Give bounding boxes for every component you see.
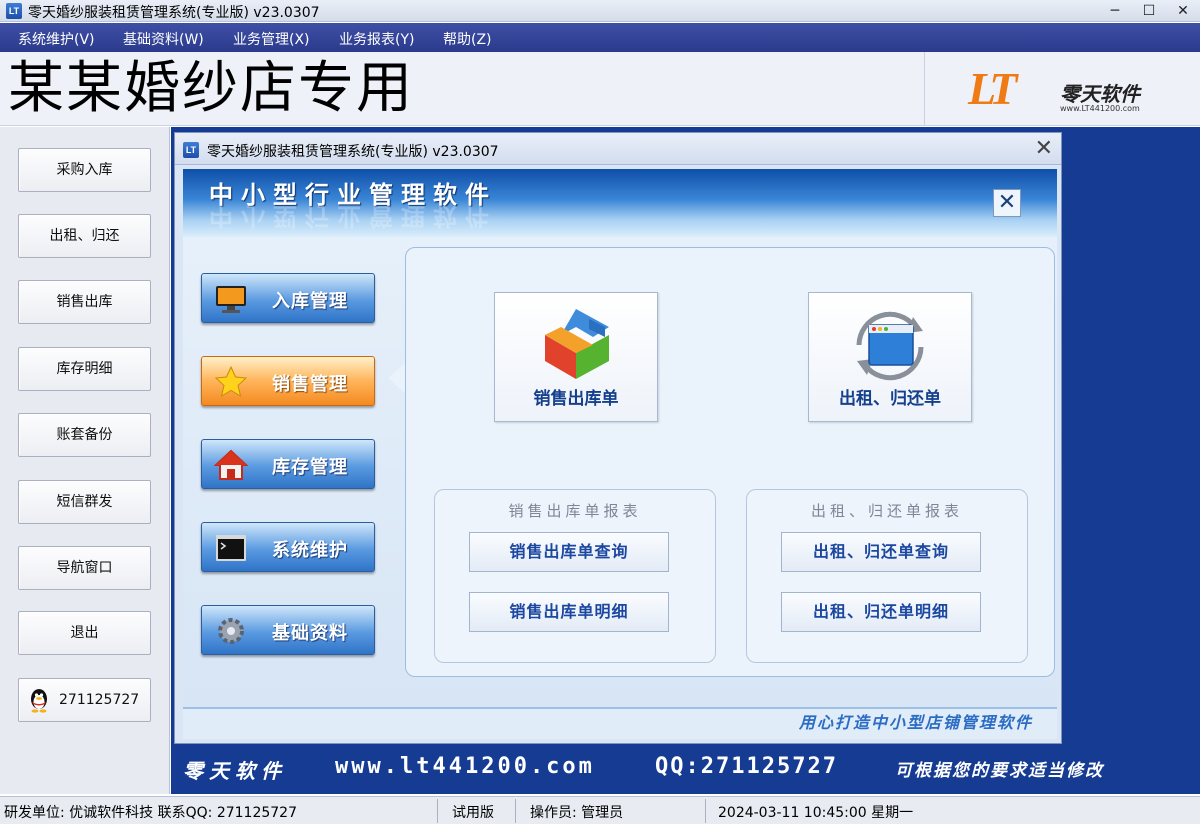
- sales-out-detail-button[interactable]: 销售出库单明细: [469, 592, 669, 632]
- sales-out-report-title: 销售出库单报表: [508, 502, 642, 520]
- status-datetime: 2024-03-11 10:45:00 星期一: [718, 805, 914, 821]
- qq-penguin-icon: [31, 689, 47, 713]
- category-system[interactable]: 系统维护: [201, 522, 375, 572]
- shop-name: 某某婚纱店专用: [8, 56, 414, 121]
- info-note: 可根据您的要求适当修改: [895, 761, 1104, 781]
- window-controls: ─ ☐ ✕: [1098, 0, 1200, 22]
- sales-out-query-button[interactable]: 销售出库单查询: [469, 532, 669, 572]
- status-developer: 研发单位: 优诚软件科技 联系QQ: 271125727: [4, 805, 297, 821]
- title-bar: LT 零天婚纱服装租赁管理系统(专业版) v23.0307 ─ ☐ ✕: [0, 0, 1200, 22]
- sidebar-backup-button[interactable]: 账套备份: [18, 413, 151, 457]
- sidebar-rent-return-button[interactable]: 出租、归还: [18, 214, 151, 258]
- sales-out-report-group: 销售出库单报表 销售出库单查询 销售出库单明细: [434, 489, 716, 663]
- sales-out-order-button[interactable]: 销售出库单: [494, 292, 658, 422]
- sidebar-sales-out-button[interactable]: 销售出库: [18, 280, 151, 324]
- qq-number: 271125727: [59, 692, 140, 708]
- banner-slogan-reflection: 中小型行业管理软件: [209, 202, 497, 231]
- rent-return-query-button[interactable]: 出租、归还单查询: [781, 532, 981, 572]
- menu-business-management[interactable]: 业务管理(X): [233, 29, 310, 49]
- logo-brand: 零天软件: [1060, 82, 1140, 106]
- gear-icon: [218, 618, 244, 644]
- close-button[interactable]: ✕: [1166, 0, 1200, 22]
- info-brand: 零天软件: [183, 759, 287, 783]
- menu-business-reports[interactable]: 业务报表(Y): [339, 29, 414, 49]
- logo-letters: LT: [968, 63, 1017, 114]
- info-url: www.lt441200.com: [335, 754, 595, 779]
- app-icon: LT: [6, 3, 22, 19]
- sidebar-stock-detail-button[interactable]: 库存明细: [18, 347, 151, 391]
- rent-return-order-button[interactable]: 出租、归还单: [808, 292, 972, 422]
- puzzle-icon: [545, 309, 609, 379]
- status-edition: 试用版: [452, 805, 494, 821]
- menu-help[interactable]: 帮助(Z): [443, 29, 492, 49]
- navigation-body: 入库管理 销售管理 库存管理 系统维护 基础资料 销售出库单 出租、归还单 销售…: [183, 237, 1057, 707]
- panel-pointer: [388, 362, 406, 394]
- rent-return-report-title: 出租、归还单报表: [810, 502, 963, 520]
- navigation-window-close-button[interactable]: ✕: [1035, 136, 1053, 161]
- status-bar: 研发单位: 优诚软件科技 联系QQ: 271125727 试用版 操作员: 管理…: [0, 796, 1200, 824]
- menu-bar: 系统维护(V) 基础资料(W) 业务管理(X) 业务报表(Y) 帮助(Z): [0, 23, 1200, 52]
- tagline: 用心打造中小型店铺管理软件: [183, 709, 1057, 739]
- sidebar-qq-button[interactable]: 271125727: [18, 678, 151, 722]
- monitor-icon: [216, 286, 246, 313]
- sidebar: 采购入库 出租、归还 销售出库 库存明细 账套备份 短信群发 导航窗口 退出 2…: [0, 127, 170, 794]
- terminal-icon: [216, 535, 246, 561]
- status-separator: [437, 799, 438, 823]
- banner-close-button[interactable]: ✕: [993, 189, 1021, 217]
- banner: 中小型行业管理软件 中小型行业管理软件 ✕: [183, 169, 1057, 237]
- info-qq: QQ:271125727: [655, 754, 838, 779]
- company-logo: LT 零天软件 www.LT441200.com: [968, 60, 1158, 120]
- category-basic-data[interactable]: 基础资料: [201, 605, 375, 655]
- app-icon: LT: [183, 142, 199, 158]
- status-separator: [515, 799, 516, 823]
- logo-url: www.LT441200.com: [1060, 104, 1140, 113]
- rent-return-report-group: 出租、归还单报表 出租、归还单查询 出租、归还单明细: [746, 489, 1028, 663]
- category-stock[interactable]: 库存管理: [201, 439, 375, 489]
- sidebar-navigation-button[interactable]: 导航窗口: [18, 546, 151, 590]
- refresh-window-icon: [856, 311, 924, 381]
- rent-return-detail-button[interactable]: 出租、归还单明细: [781, 592, 981, 632]
- sales-panel: 销售出库单 出租、归还单 销售出库单报表 销售出库单查询 销售出库单明细 出租、…: [405, 247, 1055, 677]
- navigation-window: LT 零天婚纱服装租赁管理系统(专业版) v23.0307 ✕ 中小型行业管理软…: [174, 132, 1062, 744]
- sidebar-purchase-in-button[interactable]: 采购入库: [18, 148, 151, 192]
- navigation-window-titlebar: LT 零天婚纱服装租赁管理系统(专业版) v23.0307 ✕: [175, 133, 1061, 165]
- header-divider: [924, 52, 925, 126]
- minimize-button[interactable]: ─: [1098, 0, 1132, 22]
- sidebar-exit-button[interactable]: 退出: [18, 611, 151, 655]
- menu-system-maintenance[interactable]: 系统维护(V): [18, 29, 95, 49]
- header: 某某婚纱店专用 LT 零天软件 www.LT441200.com: [0, 52, 1200, 126]
- home-icon: [214, 449, 248, 480]
- contact-info-line: 零天软件 www.lt441200.com QQ:271125727 可根据您的…: [171, 748, 1200, 788]
- category-stock-in[interactable]: 入库管理: [201, 273, 375, 323]
- category-sales[interactable]: 销售管理: [201, 356, 375, 406]
- status-operator: 操作员: 管理员: [530, 805, 624, 821]
- star-icon: [214, 366, 248, 398]
- status-separator: [705, 799, 706, 823]
- menu-basic-data[interactable]: 基础资料(W): [123, 29, 204, 49]
- navigation-window-title: 零天婚纱服装租赁管理系统(专业版) v23.0307: [207, 144, 499, 160]
- window-title: 零天婚纱服装租赁管理系统(专业版) v23.0307: [28, 5, 320, 21]
- maximize-button[interactable]: ☐: [1132, 0, 1166, 22]
- sidebar-sms-button[interactable]: 短信群发: [18, 480, 151, 524]
